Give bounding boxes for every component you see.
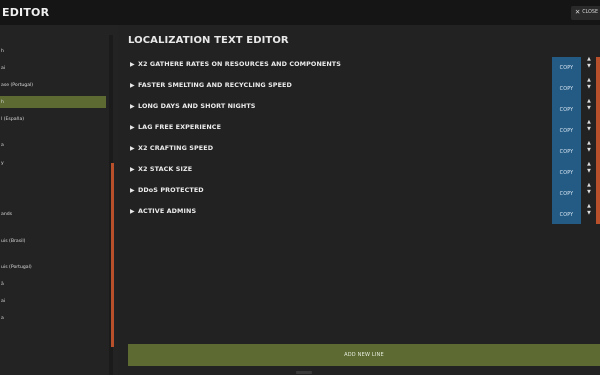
expand-icon[interactable]: ▶ (130, 61, 138, 68)
row-label: DDoS PROTECTED (138, 186, 204, 194)
expand-icon[interactable]: ▶ (130, 124, 138, 131)
copy-button[interactable]: COPY (552, 124, 581, 138)
localization-row[interactable]: ▶ DDoS PROTECTED (130, 182, 550, 198)
localization-row[interactable]: ▶ LAG FREE EXPERIENCE (130, 119, 550, 135)
language-item[interactable]: a (0, 312, 106, 324)
language-item[interactable] (0, 191, 106, 203)
window-title: EDITOR (2, 6, 50, 19)
language-item[interactable]: h (0, 45, 106, 57)
language-item[interactable]: y (0, 157, 106, 169)
language-item[interactable] (0, 174, 106, 186)
localization-row[interactable]: ▶ X2 GATHERE RATES ON RESOURCES AND COMPO… (130, 56, 550, 72)
reorder-arrows-icon[interactable]: ▲ ▼ (584, 77, 594, 93)
language-item[interactable]: h (0, 96, 106, 108)
localization-row[interactable]: ▶ X2 STACK SIZE (130, 161, 550, 177)
row-label: FASTER SMELTING AND RECYCLING SPEED (138, 81, 292, 89)
language-scrollbar-thumb[interactable] (111, 163, 114, 347)
reorder-arrows-icon[interactable]: ▲ ▼ (584, 182, 594, 198)
editor-scrollbar-thumb[interactable] (596, 57, 600, 224)
language-item[interactable]: ai (0, 62, 106, 74)
reorder-arrows-icon[interactable]: ▲ ▼ (584, 119, 594, 135)
close-label: CLOSE (582, 10, 598, 15)
page-title: LOCALIZATION TEXT EDITOR (128, 35, 289, 46)
localization-row[interactable]: ▶ FASTER SMELTING AND RECYCLING SPEED (130, 77, 550, 93)
language-item[interactable]: ase (Portugal) (0, 79, 106, 91)
copy-button[interactable]: COPY (552, 208, 581, 222)
localization-row[interactable]: ▶ ACTIVE ADMINS (130, 203, 550, 219)
language-item[interactable]: ai (0, 295, 106, 307)
language-panel: h ai ase (Portugal) h l (España) a y ands uis (B… (0, 25, 118, 375)
copy-button[interactable]: COPY (552, 187, 581, 201)
localization-row[interactable]: ▶ X2 CRAFTING SPEED (130, 140, 550, 156)
row-label: LONG DAYS AND SHORT NIGHTS (138, 102, 256, 110)
localization-row[interactable]: ▶ LONG DAYS AND SHORT NIGHTS (130, 98, 550, 114)
language-list: h ai ase (Portugal) h l (España) a y ands uis (B… (0, 25, 106, 375)
reorder-arrows-icon[interactable]: ▲ ▼ (584, 56, 594, 72)
row-label: X2 STACK SIZE (138, 165, 193, 173)
expand-icon[interactable]: ▶ (130, 208, 138, 215)
copy-button[interactable]: COPY (552, 166, 581, 180)
language-item[interactable]: a (0, 139, 106, 151)
title-bar: EDITOR ✕ CLOSE (0, 0, 600, 25)
reorder-arrows-icon[interactable]: ▲ ▼ (584, 140, 594, 156)
expand-icon[interactable]: ▶ (130, 103, 138, 110)
editor-panel: LOCALIZATION TEXT EDITOR ▶ X2 GATHERE RAT… (118, 25, 600, 375)
language-item[interactable]: uis (Brasil) (0, 235, 106, 247)
add-new-line-label: ADD NEW LINE (344, 352, 384, 358)
row-label: X2 CRAFTING SPEED (138, 144, 214, 152)
copy-button[interactable]: COPY (552, 145, 581, 159)
reorder-arrows-icon[interactable]: ▲ ▼ (584, 161, 594, 177)
reorder-arrows-icon[interactable]: ▲ ▼ (584, 98, 594, 114)
expand-icon[interactable]: ▶ (130, 166, 138, 173)
language-item[interactable]: uis (Portugal) (0, 261, 106, 273)
row-label: ACTIVE ADMINS (138, 207, 197, 215)
close-button[interactable]: ✕ CLOSE (570, 5, 600, 20)
language-item[interactable]: l (España) (0, 113, 106, 125)
language-item[interactable]: ä (0, 278, 106, 290)
language-item[interactable]: ands (0, 208, 106, 220)
add-new-line-button[interactable]: ADD NEW LINE (128, 344, 600, 366)
expand-icon[interactable]: ▶ (130, 82, 138, 89)
copy-button[interactable]: COPY (552, 82, 581, 96)
close-icon: ✕ (574, 8, 581, 17)
copy-button[interactable]: COPY (552, 61, 581, 75)
row-label: LAG FREE EXPERIENCE (138, 123, 222, 131)
row-label: X2 GATHERE RATES ON RESOURCES AND COMPON… (138, 60, 341, 68)
resize-grip[interactable] (296, 371, 312, 374)
copy-button[interactable]: COPY (552, 103, 581, 117)
reorder-arrows-icon[interactable]: ▲ ▼ (584, 203, 594, 219)
expand-icon[interactable]: ▶ (130, 145, 138, 152)
expand-icon[interactable]: ▶ (130, 187, 138, 194)
